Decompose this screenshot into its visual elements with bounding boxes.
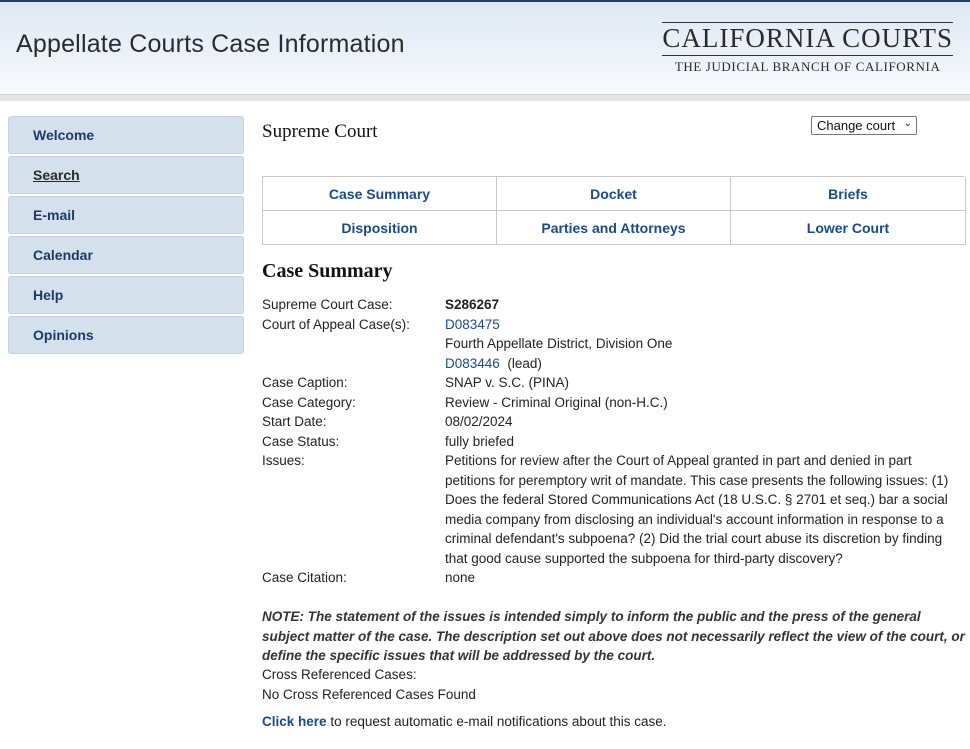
xref-value: No Cross Referenced Cases Found: [262, 686, 476, 702]
sidebar-item-label: Calendar: [33, 247, 93, 263]
case-citation: none: [445, 570, 476, 585]
field-label: Case Category:: [262, 394, 356, 410]
court-title: Supreme Court: [262, 121, 378, 142]
detail-row-citation: Case Citation: none: [262, 568, 965, 588]
case-details: Supreme Court Case: S286267 Court of App…: [262, 295, 965, 588]
change-court-select[interactable]: Change court ⌄: [811, 116, 917, 135]
sidebar-item-label: Search: [33, 167, 80, 183]
case-issues: Petitions for review after the Court of …: [445, 453, 949, 566]
change-court-label: Change court: [817, 118, 896, 133]
click-here-link[interactable]: Click here: [262, 714, 327, 729]
page-header: Appellate Courts Case Information CALIFO…: [0, 0, 970, 95]
brand-subtitle: THE JUDICIAL BRANCH OF CALIFORNIA: [674, 59, 941, 74]
start-date: 08/02/2024: [445, 414, 513, 429]
field-label: Start Date:: [262, 414, 327, 429]
case-tabs: Case Summary Docket Briefs Disposition P…: [262, 176, 966, 245]
sidebar-item-opinions[interactable]: Opinions: [8, 316, 244, 354]
section-title: Case Summary: [262, 260, 393, 282]
detail-row-issues: Issues: Petitions for review after the C…: [262, 451, 965, 568]
case-category: Review - Criminal Original (non-H.C.): [445, 394, 668, 410]
supreme-case-number: S286267: [445, 297, 500, 312]
sidebar-item-calendar[interactable]: Calendar: [8, 236, 244, 274]
field-label: Case Citation:: [262, 570, 347, 585]
email-notification-line: Click here to request automatic e-mail n…: [262, 714, 667, 729]
coa-lead-case-link[interactable]: D083446: [445, 356, 500, 371]
detail-row-court-of-appeal: Court of Appeal Case(s): D083475 Fourth …: [262, 315, 965, 374]
coa-case-link[interactable]: D083475: [445, 317, 500, 332]
tab-lower-court[interactable]: Lower Court: [731, 211, 966, 245]
coa-district: Fourth Appellate District, Division One: [445, 336, 673, 351]
lead-tag: (lead): [507, 355, 542, 371]
sidebar-item-help[interactable]: Help: [8, 276, 244, 314]
app-title: Appellate Courts Case Information: [16, 30, 405, 58]
field-label: Case Caption:: [262, 375, 348, 390]
sidebar-item-email[interactable]: E-mail: [8, 196, 244, 234]
sidebar-nav: Welcome Search E-mail Calendar Help Opin…: [8, 116, 244, 356]
tab-case-summary[interactable]: Case Summary: [263, 177, 497, 211]
tab-docket[interactable]: Docket: [497, 177, 731, 211]
tab-parties-and-attorneys[interactable]: Parties and Attorneys: [497, 211, 731, 245]
detail-row-start-date: Start Date: 08/02/2024: [262, 412, 965, 432]
sidebar-item-search[interactable]: Search: [8, 156, 244, 194]
sidebar-item-label: E-mail: [33, 207, 76, 223]
case-caption: SNAP v. S.C. (PINA): [445, 375, 570, 390]
header-divider: [0, 95, 970, 101]
detail-row-caption: Case Caption: SNAP v. S.C. (PINA): [262, 373, 965, 393]
cross-referenced-cases: Cross Referenced Cases: No Cross Referen…: [262, 665, 476, 704]
case-status: fully briefed: [445, 433, 515, 449]
field-label: Issues:: [262, 453, 305, 468]
field-label: Supreme Court Case:: [262, 297, 393, 312]
court-of-appeal-cases: D083475 Fourth Appellate District, Divis…: [445, 315, 955, 374]
sidebar-item-label: Welcome: [33, 127, 95, 143]
detail-row-status: Case Status: fully briefed: [262, 432, 965, 452]
field-label: Case Status:: [262, 433, 340, 449]
notify-text: to request automatic e-mail notification…: [330, 714, 667, 729]
detail-row-category: Case Category: Review - Criminal Origina…: [262, 393, 965, 413]
chevron-down-icon: ⌄: [903, 118, 912, 129]
california-courts-logo[interactable]: CALIFORNIA COURTS THE JUDICIAL BRANCH OF…: [662, 22, 953, 75]
sidebar-item-label: Opinions: [33, 327, 94, 343]
detail-row-supreme-case: Supreme Court Case: S286267: [262, 295, 965, 315]
xref-label: Cross Referenced Cases:: [262, 667, 417, 682]
tab-disposition[interactable]: Disposition: [263, 211, 497, 245]
sidebar-item-welcome[interactable]: Welcome: [8, 116, 244, 154]
brand-title: CALIFORNIA COURTS: [662, 22, 953, 56]
issues-disclaimer-note: NOTE: The statement of the issues is int…: [262, 609, 965, 663]
field-label: Court of Appeal Case(s):: [262, 316, 410, 332]
sidebar-item-label: Help: [33, 287, 64, 303]
tab-briefs[interactable]: Briefs: [731, 177, 966, 211]
